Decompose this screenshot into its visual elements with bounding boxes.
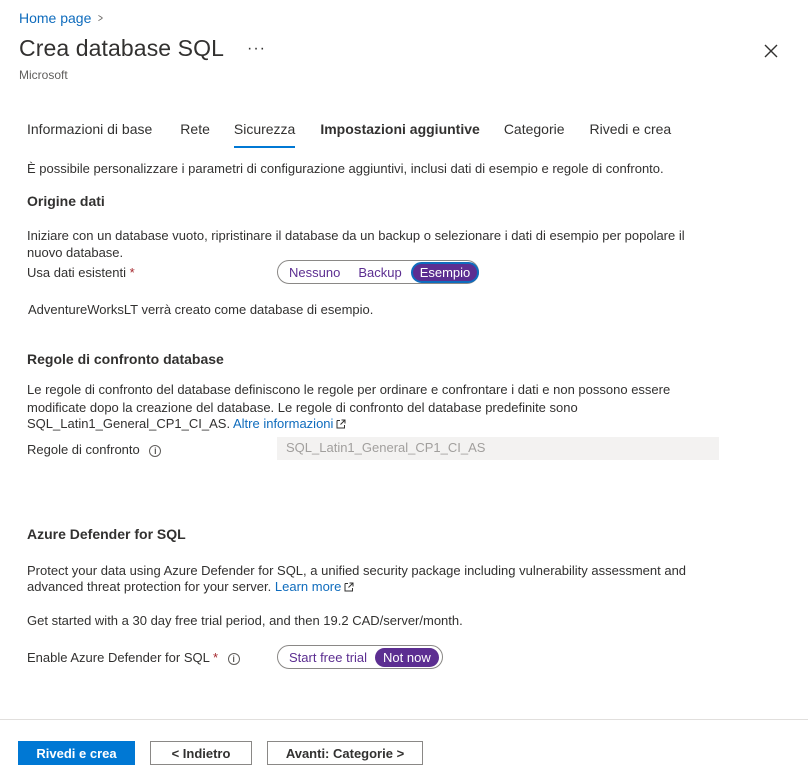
collation-input: SQL_Latin1_General_CP1_CI_AS bbox=[277, 437, 719, 460]
required-marker: * bbox=[129, 265, 135, 280]
tab-bar: Informazioni di base Rete Sicurezza Impo… bbox=[27, 121, 672, 148]
data-source-description-line2: nuovo database. bbox=[27, 245, 124, 260]
defender-description-text: advanced threat protection for your serv… bbox=[27, 579, 272, 594]
collation-description-line2: modificate dopo la creazione del databas… bbox=[27, 400, 578, 415]
tab-rivedi-e-crea[interactable]: Rivedi e crea bbox=[590, 121, 672, 147]
data-source-heading: Origine dati bbox=[27, 193, 105, 209]
info-icon[interactable]: i bbox=[227, 652, 240, 665]
required-marker: * bbox=[212, 650, 219, 665]
collation-heading: Regole di confronto database bbox=[27, 351, 224, 367]
collation-learn-more-link[interactable]: Altre informazioni bbox=[233, 416, 346, 431]
tab-informazioni-di-base[interactable]: Informazioni di base bbox=[27, 121, 152, 147]
tab-sicurezza[interactable]: Sicurezza bbox=[233, 121, 296, 148]
more-options-button[interactable]: ··· bbox=[247, 40, 266, 58]
collation-description-line1: Le regole di confronto del database defi… bbox=[27, 382, 671, 397]
collation-description-line3: SQL_Latin1_General_CP1_CI_AS. Altre info… bbox=[27, 415, 346, 432]
defender-learn-more-text: Learn more bbox=[274, 579, 342, 594]
collation-default-text: SQL_Latin1_General_CP1_CI_AS. bbox=[27, 416, 231, 431]
review-create-button[interactable]: Rivedi e crea bbox=[18, 741, 135, 765]
defender-heading: Azure Defender for SQL bbox=[27, 526, 186, 542]
external-link-icon bbox=[344, 582, 354, 592]
sample-db-note: AdventureWorksLT verrà creato come datab… bbox=[28, 302, 374, 317]
collation-field-label-text: Regole di confronto bbox=[27, 442, 140, 457]
use-existing-data-toggle: Nessuno Backup Esempio bbox=[277, 260, 480, 284]
collation-field-label: Regole di confronto i bbox=[27, 441, 162, 458]
breadcrumb-home-link[interactable]: Home page bbox=[19, 10, 91, 26]
option-not-now[interactable]: Not now bbox=[375, 647, 439, 667]
intro-text: È possibile personalizzare i parametri d… bbox=[27, 161, 664, 176]
back-button[interactable]: < Indietro bbox=[150, 741, 252, 765]
defender-description-line2: advanced threat protection for your serv… bbox=[27, 578, 354, 595]
defender-toggle: Start free trial Not now bbox=[277, 645, 443, 669]
enable-defender-label-text: Enable Azure Defender for SQL bbox=[27, 650, 210, 665]
footer-divider bbox=[0, 719, 808, 720]
use-existing-data-label-text: Usa dati esistenti bbox=[27, 265, 126, 280]
use-existing-data-label: Usa dati esistenti * bbox=[27, 264, 135, 281]
data-source-description-line1: Iniziare con un database vuoto, ripristi… bbox=[27, 228, 685, 243]
collation-learn-more-text: Altre informazioni bbox=[232, 416, 334, 431]
defender-trial-text: Get started with a 30 day free trial per… bbox=[27, 613, 463, 628]
next-button[interactable]: Avanti: Categorie > bbox=[267, 741, 423, 765]
option-backup[interactable]: Backup bbox=[350, 263, 409, 282]
tab-impostazioni-aggiuntive[interactable]: Impostazioni aggiuntive bbox=[320, 121, 479, 147]
option-esempio[interactable]: Esempio bbox=[410, 261, 480, 283]
page-title: Crea database SQL bbox=[19, 35, 224, 61]
close-icon[interactable] bbox=[762, 42, 780, 60]
option-nessuno[interactable]: Nessuno bbox=[281, 263, 348, 282]
defender-learn-more-link[interactable]: Learn more bbox=[275, 579, 354, 594]
breadcrumb: Home page > bbox=[19, 10, 104, 26]
chevron-right-icon: > bbox=[98, 11, 104, 25]
external-link-icon bbox=[336, 419, 346, 429]
enable-defender-label: Enable Azure Defender for SQL * i bbox=[27, 649, 240, 666]
page-subtitle: Microsoft bbox=[19, 68, 68, 82]
tab-categorie[interactable]: Categorie bbox=[504, 121, 565, 147]
defender-description-line1: Protect your data using Azure Defender f… bbox=[27, 563, 687, 578]
tab-rete[interactable]: Rete bbox=[180, 121, 210, 147]
info-icon[interactable]: i bbox=[149, 444, 162, 457]
option-start-free-trial[interactable]: Start free trial bbox=[281, 648, 375, 667]
